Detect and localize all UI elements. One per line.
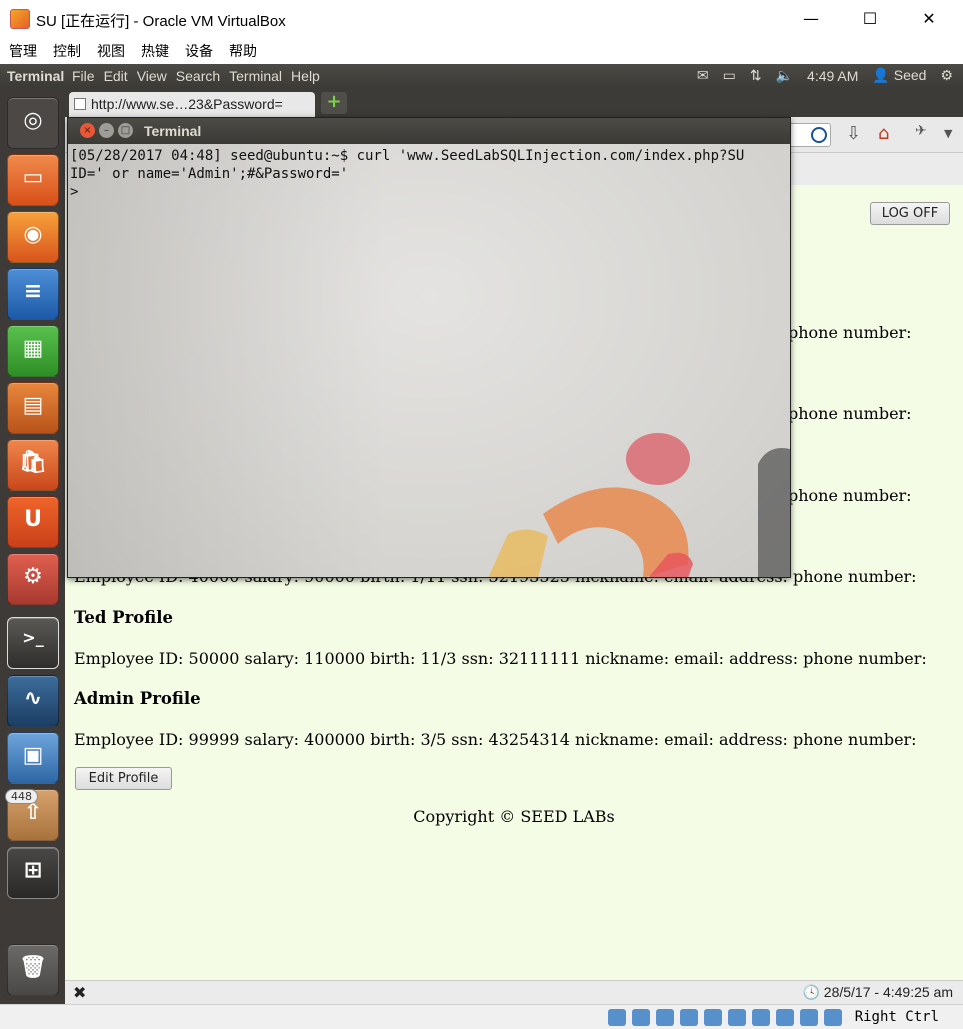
profile-details: Employee ID: 99999 salary: 400000 birth:… (74, 730, 917, 749)
profile-heading: Admin Profile (74, 689, 201, 708)
screenshot-icon[interactable]: ▣ (7, 732, 59, 784)
workspace-switcher-icon[interactable]: ⊞ (7, 847, 59, 899)
vbox-menubar: 管理 控制 视图 热键 设备 帮助 (0, 40, 963, 64)
ubuntu-wallpaper-logo (488, 433, 790, 577)
trash-icon[interactable]: 🗑 (7, 944, 59, 996)
page-favicon-icon (74, 98, 86, 110)
new-tab-button[interactable]: + (321, 92, 347, 114)
mouse-integration-icon[interactable] (824, 1009, 842, 1026)
addon-icon[interactable]: ✈ (915, 123, 927, 139)
dash-icon[interactable]: ◎ (7, 97, 59, 149)
menu-devices[interactable]: 设备 (185, 40, 213, 64)
audio-icon[interactable] (656, 1009, 674, 1026)
usb-icon[interactable] (704, 1009, 722, 1026)
vbox-statusbar: Right Ctrl (0, 1004, 963, 1029)
volume-icon[interactable]: 🔈 (776, 67, 793, 84)
optical-drive-icon[interactable] (632, 1009, 650, 1026)
terminal-body[interactable]: [05/28/2017 04:48] seed@ubuntu:~$ curl '… (68, 144, 790, 577)
update-count-badge: 448 (5, 789, 38, 804)
maximize-button[interactable]: ☐ (841, 0, 899, 40)
display-icon[interactable] (752, 1009, 770, 1026)
search-icon[interactable] (811, 127, 827, 143)
panel-app-name: Terminal (7, 68, 65, 84)
terminal-menu-edit[interactable]: Edit (104, 68, 128, 84)
terminal-prompt: > (70, 184, 79, 200)
cpu-icon[interactable] (800, 1009, 818, 1026)
terminal-title: Terminal (144, 123, 202, 139)
menu-manage[interactable]: 管理 (9, 40, 37, 64)
writer-icon[interactable]: ≡ (7, 268, 59, 320)
profile-details-partial: phone number: (788, 323, 912, 342)
close-addon-bar-icon[interactable]: ✖ (73, 983, 86, 1002)
firefox-tabbar: http://www.se…23&Password= + (65, 89, 963, 117)
profile-details-partial: phone number: (788, 486, 912, 505)
tab-title: http://www.se…23&Password= (91, 96, 283, 112)
profile-heading: Ted Profile (74, 608, 174, 627)
terminal-titlebar[interactable]: × – □ Terminal (68, 118, 790, 144)
unity-launcher: ◎ ▭ ◉ ≡ ▦ ▤ 🛍 U ⚙ >_ ∿ ▣ ⇧ 448 ⊞ 🗑 (0, 89, 65, 1004)
host-key-label: Right Ctrl (854, 1009, 939, 1025)
menu-view[interactable]: 视图 (97, 40, 125, 64)
terminal-menu-file[interactable]: File (72, 68, 95, 84)
clock-icon: 🕓 (802, 984, 820, 1000)
virtualbox-icon (10, 9, 30, 29)
terminal-menu-view[interactable]: View (137, 68, 167, 84)
firefox-icon[interactable]: ◉ (7, 211, 59, 263)
virtualbox-window: SU [正在运行] - Oracle VM VirtualBox — ☐ ✕ 管… (0, 0, 963, 1029)
wireshark-icon[interactable]: ∿ (7, 675, 59, 727)
terminal-close-icon[interactable]: × (80, 123, 95, 138)
download-icon[interactable]: ⇩ (846, 123, 861, 144)
menu-help[interactable]: 帮助 (229, 40, 257, 64)
system-settings-icon[interactable]: ⚙ (7, 553, 59, 605)
hard-disk-icon[interactable] (608, 1009, 626, 1026)
browser-tab[interactable]: http://www.se…23&Password= (69, 92, 315, 117)
battery-icon[interactable]: ▭ (723, 67, 736, 84)
vbox-titlebar: SU [正在运行] - Oracle VM VirtualBox — ☐ ✕ (0, 0, 963, 40)
terminal-minimize-icon[interactable]: – (99, 123, 114, 138)
close-button[interactable]: ✕ (900, 0, 958, 40)
chevron-down-icon[interactable]: ▼ (944, 127, 952, 140)
vbox-window-title: SU [正在运行] - Oracle VM VirtualBox (36, 13, 286, 30)
terminal-menu-terminal[interactable]: Terminal (229, 68, 282, 84)
files-icon[interactable]: ▭ (7, 154, 59, 206)
network-adapter-icon[interactable] (680, 1009, 698, 1026)
mail-icon[interactable]: ✉ (697, 67, 709, 84)
edit-profile-button[interactable]: Edit Profile (75, 767, 172, 790)
copyright-text: Copyright © SEED LABs (413, 807, 615, 826)
software-center-icon[interactable]: 🛍 (7, 439, 59, 491)
video-capture-icon[interactable] (776, 1009, 794, 1026)
user-name: Seed (893, 67, 927, 83)
menu-control[interactable]: 控制 (53, 40, 81, 64)
profile-details: Employee ID: 50000 salary: 110000 birth:… (74, 649, 927, 668)
terminal-maximize-icon[interactable]: □ (118, 123, 133, 138)
logoff-button[interactable]: LOG OFF (870, 202, 950, 225)
impress-icon[interactable]: ▤ (7, 382, 59, 434)
panel-clock[interactable]: 4:49 AM (807, 68, 858, 84)
terminal-line: [05/28/2017 04:48] seed@ubuntu:~$ curl '… (70, 148, 745, 164)
shared-folders-icon[interactable] (728, 1009, 746, 1026)
menu-hotkeys[interactable]: 热键 (141, 40, 169, 64)
settings-gear-icon[interactable]: ⚙ (940, 67, 953, 84)
user-icon: 👤 (872, 67, 890, 83)
terminal-output: [05/28/2017 04:48] seed@ubuntu:~$ curl '… (70, 147, 744, 201)
terminal-menu-help[interactable]: Help (291, 68, 320, 84)
status-clock-text: 28/5/17 - 4:49:25 am (823, 984, 953, 1000)
network-icon[interactable]: ⇅ (750, 67, 762, 84)
calc-icon[interactable]: ▦ (7, 325, 59, 377)
status-clock: 🕓 28/5/17 - 4:49:25 am (802, 984, 953, 1001)
user-menu[interactable]: 👤 Seed (872, 67, 926, 84)
terminal-window[interactable]: × – □ Terminal [05/28/2017 04:48] seed@u… (67, 117, 791, 578)
ubuntu-one-icon[interactable]: U (7, 496, 59, 548)
profile-details-partial: phone number: (788, 404, 912, 423)
firefox-addon-bar: ✖ 🕓 28/5/17 - 4:49:25 am (65, 980, 963, 1004)
terminal-menu-search[interactable]: Search (176, 68, 220, 84)
terminal-line: ID=' or name='Admin';#&Password=' (70, 166, 349, 182)
minimize-button[interactable]: — (782, 0, 840, 40)
terminal-icon[interactable]: >_ (7, 617, 59, 669)
ubuntu-top-panel: Terminal File Edit View Search Terminal Help … (0, 64, 963, 89)
home-icon[interactable]: ⌂ (878, 123, 889, 144)
